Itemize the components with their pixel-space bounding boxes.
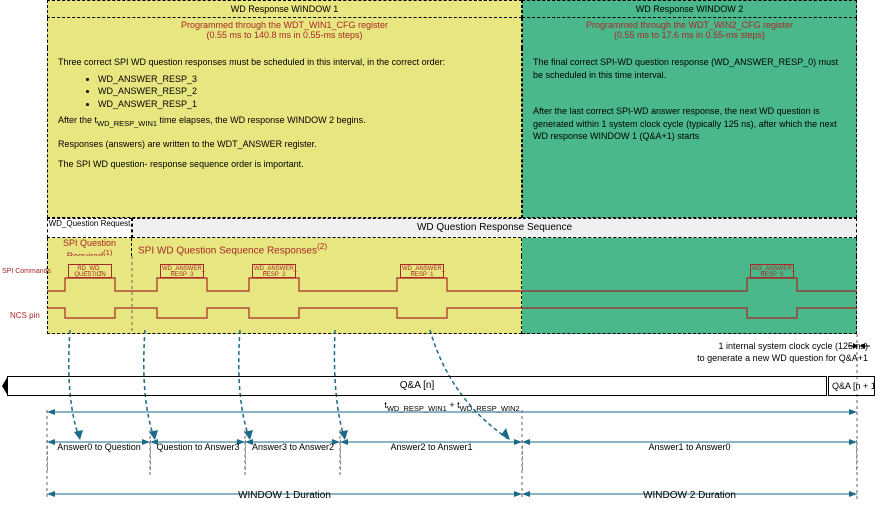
window2-duration: WINDOW 2 Duration	[522, 490, 857, 501]
wd-question-request: WD_Question Request	[47, 218, 132, 238]
w1-after2: Responses (answers) are written to the W…	[58, 138, 511, 151]
ans-interval: Answer0 to Question	[47, 440, 150, 470]
qa-current: Q&A [n]	[7, 376, 827, 396]
w1-after3: The SPI WD question- response sequence o…	[58, 158, 511, 171]
w1-range-text: (0.55 ms to 140.8 ms in 0.55-ms steps)	[206, 30, 362, 40]
window2-title: WD Response WINDOW 2	[522, 0, 857, 18]
signal-waveform-area: SPI Commands NCS pin RD_WD_ QUESTION WD_…	[0, 256, 875, 334]
spi-question-required: SPI Question Required(1)	[47, 238, 132, 256]
w1-after1: After the tWD_RESP_WIN1 time elapses, th…	[58, 114, 511, 129]
qa-next: Q&A [n + 1]	[828, 376, 875, 396]
ncs-pin-label: NCS pin	[10, 311, 40, 320]
signal-bg-window2	[522, 256, 857, 334]
window1-title: WD Response WINDOW 1	[47, 0, 522, 18]
wd-question-response-sequence: WD Question Response Sequence	[132, 218, 857, 238]
cmd-resp2: WD_ANSWER_ RESP_2	[252, 264, 296, 278]
answer-intervals-row: Answer0 to Question Question to Answer3 …	[47, 440, 857, 470]
w1-prog-text: Programmed through the WDT_WIN1_CFG regi…	[181, 20, 388, 30]
sequence-row: WD_Question Request WD Question Response…	[47, 218, 857, 238]
w1-intro: Three correct SPI WD question responses …	[58, 56, 511, 69]
window1-description: Three correct SPI WD question responses …	[47, 48, 522, 218]
description-row: Three correct SPI WD question responses …	[47, 48, 857, 218]
window-duration-row: WINDOW 1 Duration WINDOW 2 Duration	[47, 490, 857, 501]
bullet-item: WD_ANSWER_RESP_2	[98, 85, 511, 98]
clock-cycle-note: 1 internal system clock cycle (125 ns) t…	[697, 341, 868, 364]
window2-programmed: Programmed through the WDT_WIN2_CFG regi…	[522, 18, 857, 48]
w2-desc2: After the last correct SPI-WD answer res…	[533, 105, 846, 143]
bullet-item: WD_ANSWER_RESP_3	[98, 73, 511, 86]
cmd-resp0: WD_ANSWER_ RESP_0	[750, 264, 794, 278]
w1-bullets: WD_ANSWER_RESP_3 WD_ANSWER_RESP_2 WD_ANS…	[58, 73, 511, 111]
clock-line2: to generate a new WD question for Q&A+1	[697, 353, 868, 363]
twd-total-label: tWD_RESP_WIN1 + tWD_RESP_WIN2	[47, 400, 857, 413]
spi-commands-label: SPI Commands	[2, 268, 51, 275]
window1-programmed: Programmed through the WDT_WIN1_CFG regi…	[47, 18, 522, 48]
spi-sequence-responses: SPI WD Question Sequence Responses(2)	[132, 238, 522, 256]
w2-desc1: The final correct SPI-WD question respon…	[533, 56, 846, 81]
window2-description: The final correct SPI-WD question respon…	[522, 48, 857, 218]
spi-green-continuation	[522, 238, 857, 256]
bullet-item: WD_ANSWER_RESP_1	[98, 98, 511, 111]
cmd-rd-wd-question: RD_WD_ QUESTION	[68, 264, 112, 278]
qa-cycle-bar: Q&A [n] Q&A [n + 1]	[0, 376, 875, 398]
ans-interval: Question to Answer3	[150, 440, 245, 470]
w2-prog-text: Programmed through the WDT_WIN2_CFG regi…	[586, 20, 793, 30]
window-titles-row: WD Response WINDOW 1 WD Response WINDOW …	[47, 0, 857, 18]
programmed-row: Programmed through the WDT_WIN1_CFG regi…	[47, 18, 857, 48]
cmd-resp3: WD_ANSWER_ RESP_3	[160, 264, 204, 278]
ans-interval: Answer3 to Answer2	[245, 440, 340, 470]
w2-range-text: (0.55 ms to 17.6 ms in 0.55-ms steps)	[614, 30, 765, 40]
window1-duration: WINDOW 1 Duration	[47, 490, 522, 501]
clock-line1: 1 internal system clock cycle (125 ns)	[718, 341, 868, 351]
cmd-resp1: WD_ANSWER_ RESP_1	[400, 264, 444, 278]
spi-row: SPI Question Required(1) SPI WD Question…	[47, 238, 857, 256]
ans-interval: Answer1 to Answer0	[522, 440, 857, 470]
ans-interval: Answer2 to Answer1	[340, 440, 522, 470]
timing-diagram: WD Response WINDOW 1 WD Response WINDOW …	[0, 0, 875, 532]
